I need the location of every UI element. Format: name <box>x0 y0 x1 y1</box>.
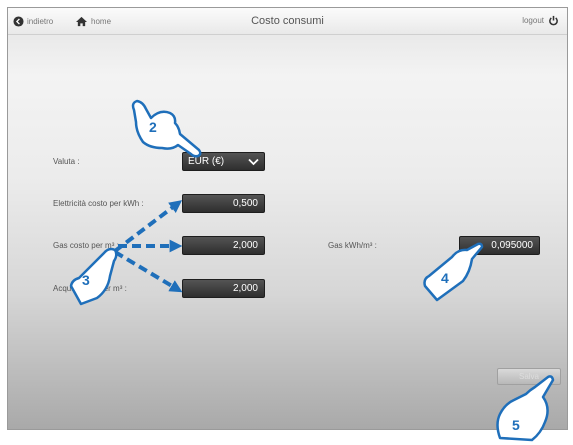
currency-select-value: EUR (€) <box>188 156 225 167</box>
gas-cost-input[interactable]: 2,000 <box>182 236 265 255</box>
electricity-cost-input[interactable]: 0,500 <box>182 194 265 213</box>
gas-cost-label: Gas costo per m³ : <box>53 241 119 250</box>
water-cost-input[interactable]: 2,000 <box>182 279 265 298</box>
logout-label: logout <box>522 16 544 25</box>
save-button[interactable]: Salva <box>497 368 561 385</box>
gas-kwh-label: Gas kWh/m³ : <box>328 241 377 250</box>
water-cost-label: Acqua costo per m³ : <box>53 284 127 293</box>
page-title: Costo consumi <box>251 15 324 27</box>
gas-kwh-input[interactable]: 0,095000 <box>459 236 540 255</box>
currency-select[interactable]: EUR (€) <box>182 152 265 171</box>
chevron-down-icon <box>248 158 259 166</box>
top-bar: indietro home Costo consumi logout <box>8 8 567 35</box>
currency-label: Valuta : <box>53 157 80 166</box>
logout-button[interactable]: logout <box>522 15 559 26</box>
power-icon <box>549 15 558 26</box>
app-window: indietro home Costo consumi logout <box>7 7 568 430</box>
electricity-cost-label: Elettricità costo per kWh : <box>53 199 144 208</box>
